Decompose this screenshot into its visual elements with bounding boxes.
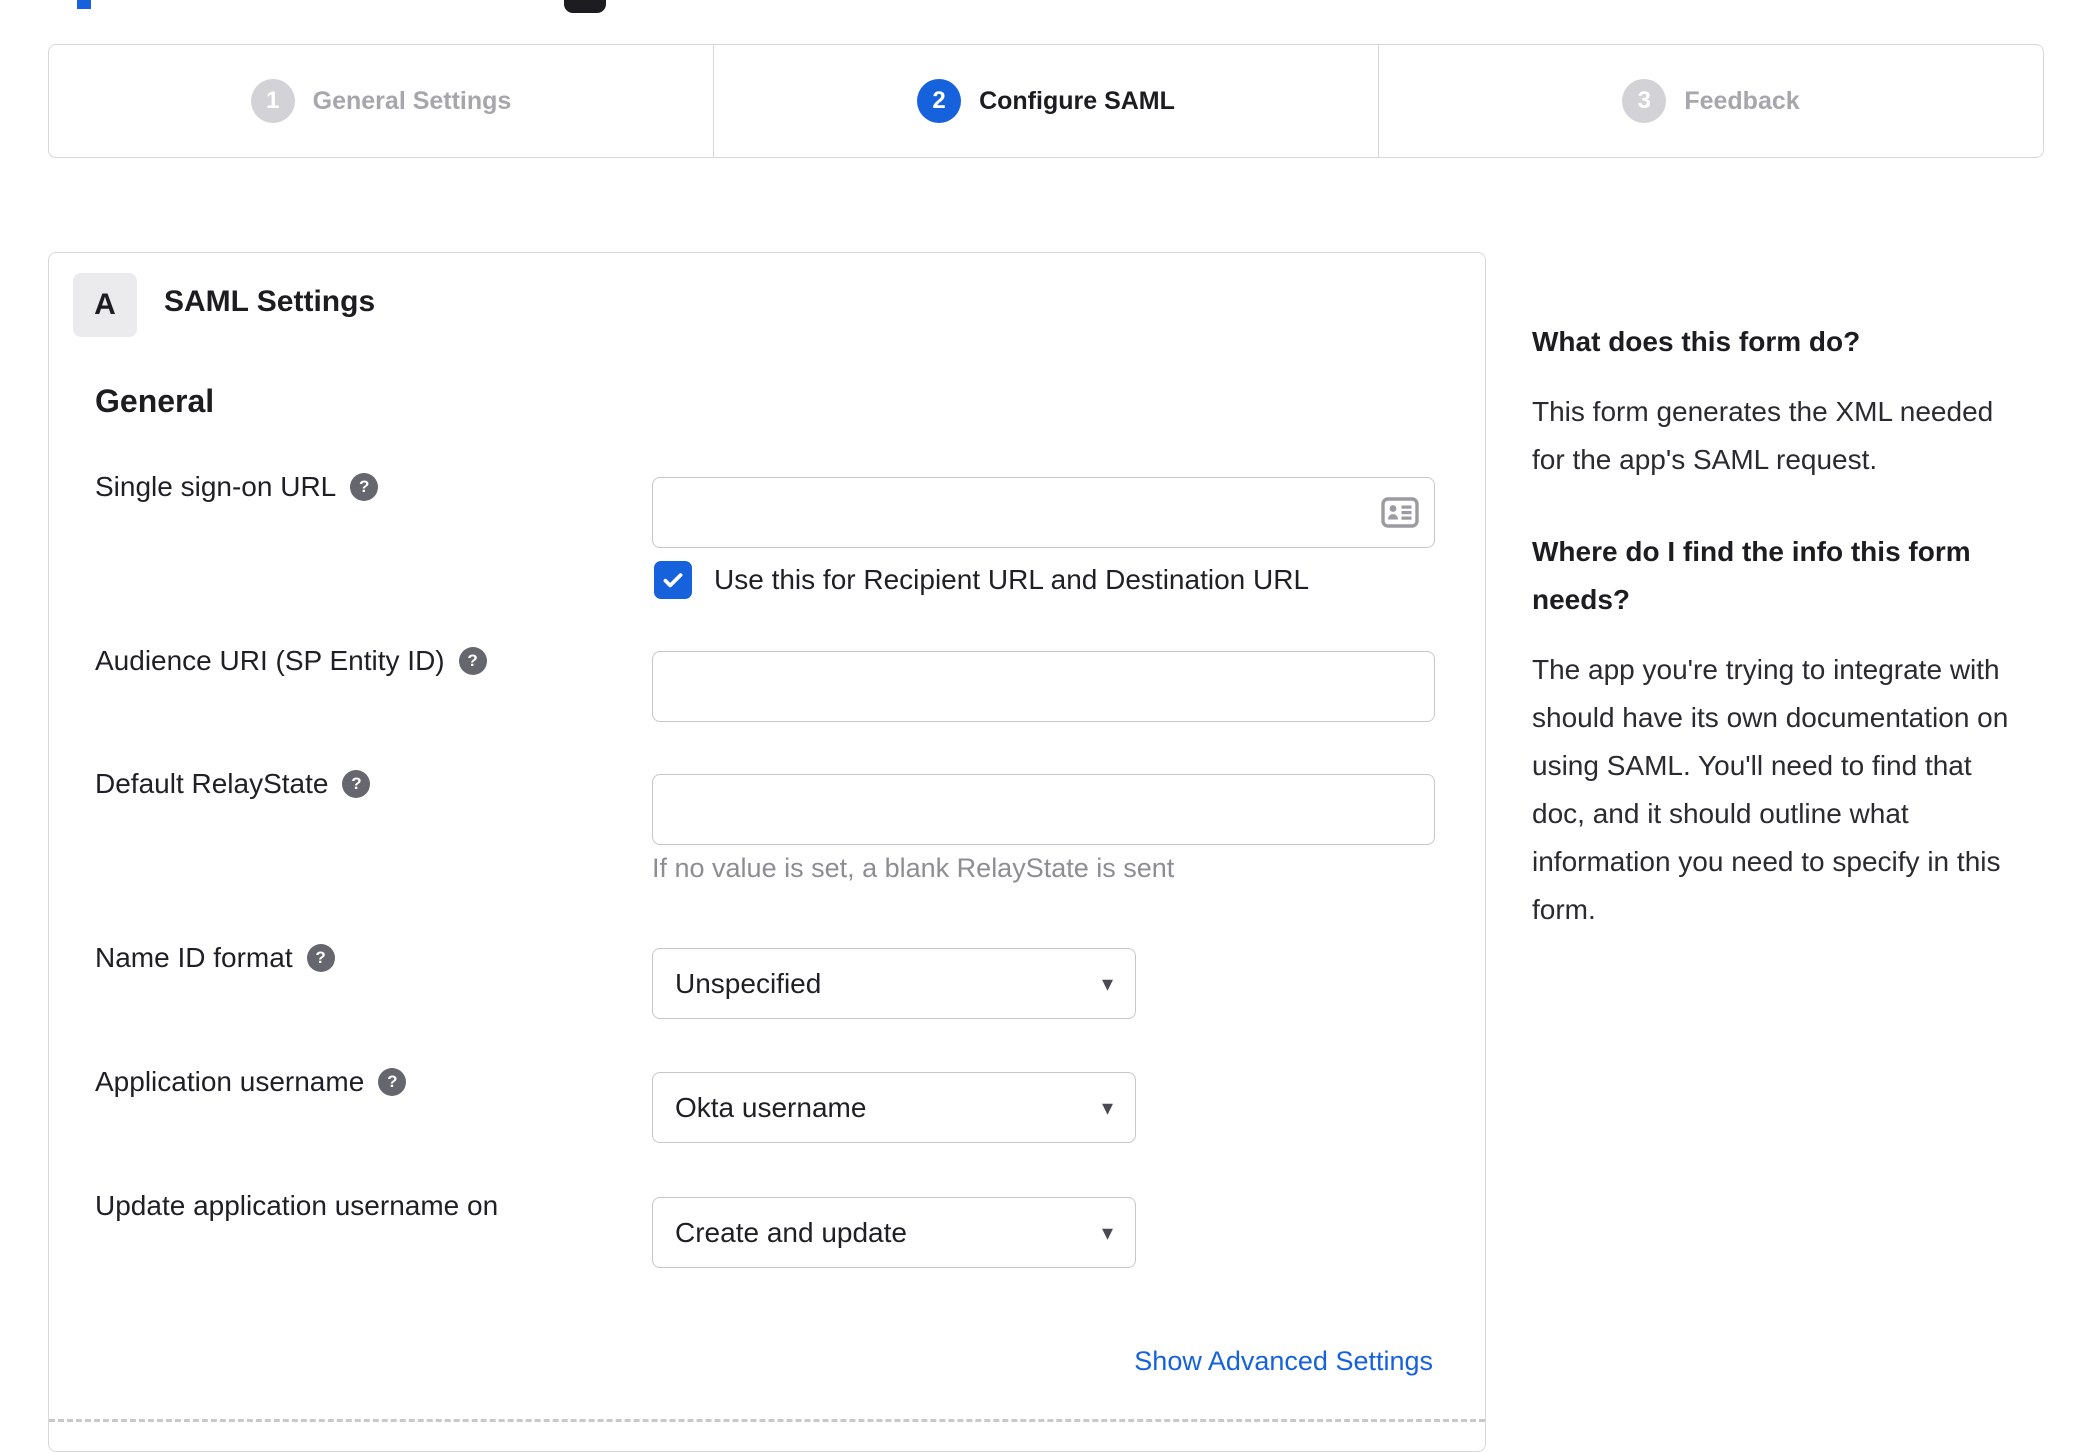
help-answer-2-line: should have its own documentation on: [1532, 702, 2009, 733]
help-answer-1: This form generates the XML needed for t…: [1532, 388, 2077, 484]
step-label: Configure SAML: [979, 86, 1175, 115]
help-answer-2: The app you're trying to integrate with …: [1532, 646, 2077, 934]
nameid-help-icon[interactable]: ?: [306, 944, 335, 972]
chevron-down-icon: ▾: [1101, 1094, 1113, 1120]
sso-help-icon[interactable]: ?: [350, 473, 379, 501]
help-sidebar: What does this form do? This form genera…: [1532, 318, 2077, 978]
step-number-badge: 1: [250, 79, 295, 123]
checkmark-icon: [663, 573, 683, 588]
help-answer-1-line: for the app's SAML request.: [1532, 444, 1878, 475]
help-answer-2-line: form.: [1532, 894, 1596, 925]
section-title: SAML Settings: [164, 285, 376, 318]
sso-url-input-wrap: [652, 477, 1435, 548]
sso-url-input[interactable]: [652, 477, 1435, 548]
wizard-stepper: 1 General Settings 2 Configure SAML 3 Fe…: [48, 44, 2044, 158]
relay-help-icon[interactable]: ?: [342, 770, 371, 798]
name-id-format-value: Unspecified: [675, 967, 822, 999]
update-app-username-label: Update application username on: [95, 1190, 498, 1222]
help-answer-2-line: doc, and it should outline what: [1532, 798, 1909, 829]
help-question-2-line: Where do I find the info this form: [1532, 536, 1971, 567]
application-username-value: Okta username: [675, 1091, 867, 1123]
application-username-label: Application username ?: [95, 1066, 407, 1098]
relay-state-label: Default RelayState ?: [95, 768, 371, 800]
step-label: General Settings: [312, 86, 512, 115]
name-id-format-label-text: Name ID format: [95, 942, 293, 973]
step-number-badge: 3: [1622, 79, 1667, 123]
card-dashed-divider: [49, 1419, 1485, 1422]
chevron-down-icon: ▾: [1101, 1219, 1113, 1245]
sso-url-label: Single sign-on URL ?: [95, 471, 379, 503]
audience-uri-label-text: Audience URI (SP Entity ID): [95, 645, 445, 676]
relay-state-hint: If no value is set, a blank RelayState i…: [652, 853, 1175, 883]
help-question-2-line: needs?: [1532, 584, 1631, 615]
help-answer-2-line: using SAML. You'll need to find that: [1532, 750, 1972, 781]
help-answer-1-line: This form generates the XML needed: [1532, 396, 1994, 427]
audience-uri-label: Audience URI (SP Entity ID) ?: [95, 645, 487, 677]
help-question-2: Where do I find the info this form needs…: [1532, 528, 2077, 624]
relay-state-label-text: Default RelayState: [95, 768, 329, 799]
page-title-cutoff: [564, 0, 606, 13]
accent-bar-cutoff: [77, 0, 91, 9]
step-configure-saml[interactable]: 2 Configure SAML: [713, 45, 1378, 157]
relay-state-input[interactable]: [652, 774, 1435, 845]
step-feedback[interactable]: 3 Feedback: [1378, 45, 2043, 157]
recipient-url-checkbox[interactable]: [654, 561, 692, 599]
step-number-badge: 2: [917, 79, 962, 123]
application-username-label-text: Application username: [95, 1066, 365, 1097]
sso-url-label-text: Single sign-on URL: [95, 471, 337, 502]
help-question-1: What does this form do?: [1532, 326, 1861, 357]
step-label: Feedback: [1684, 86, 1800, 115]
audience-uri-input[interactable]: [652, 651, 1435, 722]
update-app-username-label-text: Update application username on: [95, 1190, 499, 1221]
saml-settings-card: A SAML Settings General Single sign-on U…: [48, 252, 1486, 1452]
chevron-down-icon: ▾: [1101, 970, 1113, 996]
appuser-help-icon[interactable]: ?: [378, 1068, 407, 1096]
recipient-url-checkbox-label[interactable]: Use this for Recipient URL and Destinati…: [714, 564, 1309, 596]
section-a-badge: A: [73, 273, 137, 337]
general-heading: General: [95, 383, 215, 419]
name-id-format-label: Name ID format ?: [95, 942, 335, 974]
step-general-settings[interactable]: 1 General Settings: [49, 45, 713, 157]
update-app-username-value: Create and update: [675, 1216, 907, 1248]
show-advanced-settings-link[interactable]: Show Advanced Settings: [1134, 1346, 1433, 1377]
audience-help-icon[interactable]: ?: [458, 647, 487, 675]
help-answer-2-line: The app you're trying to integrate with: [1532, 654, 2000, 685]
application-username-select[interactable]: Okta username ▾: [652, 1072, 1136, 1143]
name-id-format-select[interactable]: Unspecified ▾: [652, 948, 1136, 1019]
update-app-username-select[interactable]: Create and update ▾: [652, 1197, 1136, 1268]
recipient-url-checkbox-row: Use this for Recipient URL and Destinati…: [654, 561, 1309, 599]
help-answer-2-line: information you need to specify in this: [1532, 846, 2001, 877]
